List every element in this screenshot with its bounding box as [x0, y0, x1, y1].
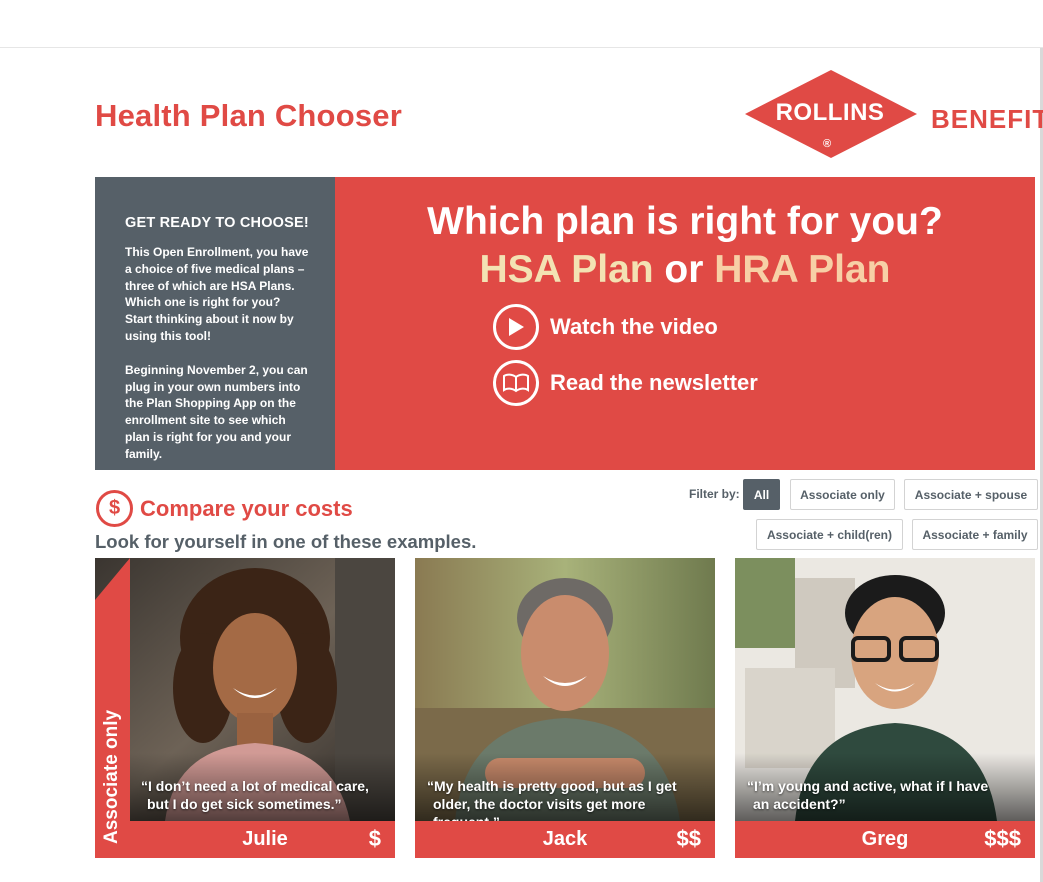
read-newsletter-label[interactable]: Read the newsletter	[550, 370, 758, 396]
browser-top-bar	[0, 0, 1043, 48]
filter-associate-family-button[interactable]: Associate + family	[912, 519, 1038, 550]
watch-video-label[interactable]: Watch the video	[550, 314, 718, 340]
panel-paragraph-2: Beginning November 2, you can plug in yo…	[125, 362, 308, 461]
panel-heading: GET READY TO CHOOSE!	[125, 215, 309, 231]
page-title: Health Plan Chooser	[95, 98, 402, 133]
hero-plans: HSA Plan or HRA Plan	[335, 248, 1035, 292]
julie-cost-level: $	[368, 826, 381, 851]
compare-title: Compare your costs	[140, 496, 353, 521]
greg-cost-level: $$$	[984, 826, 1021, 851]
julie-quote: “I don’t need a lot of medical care, but…	[141, 778, 369, 812]
dollar-icon: $	[96, 490, 133, 527]
rollins-benefits-logo: ROLLINS ® BENEFITS	[743, 68, 1043, 160]
persona-card-julie[interactable]: “I don’t need a lot of medical care, but…	[95, 558, 395, 858]
read-newsletter-link[interactable]: Read the newsletter	[493, 360, 758, 406]
book-icon[interactable]	[493, 360, 539, 406]
filter-associate-children-button[interactable]: Associate + child(ren)	[756, 519, 903, 550]
hero-question: Which plan is right for you?	[427, 200, 943, 243]
jack-cost-level: $$	[676, 826, 701, 851]
logo-registered-mark: ®	[823, 138, 832, 150]
persona-card-jack[interactable]: “My health is pretty good, but as I get …	[415, 558, 715, 858]
hero-banner: Which plan is right for you? HSA Plan or…	[335, 177, 1035, 470]
hsa-plan-label: HSA Plan	[479, 248, 654, 291]
plan-connector: or	[653, 248, 715, 291]
watch-video-link[interactable]: Watch the video	[493, 304, 718, 350]
play-icon[interactable]	[493, 304, 539, 350]
ribbon-label: Associate only	[101, 709, 122, 844]
panel-paragraph-1: This Open Enrollment, you have a choice …	[125, 245, 309, 343]
get-ready-panel: GET READY TO CHOOSE! This Open Enrollmen…	[95, 177, 335, 470]
greg-quote: “I’m young and active, what if I have an…	[747, 778, 989, 812]
compare-subtitle: Look for yourself in one of these exampl…	[95, 531, 477, 552]
jack-name: Jack	[542, 828, 588, 850]
hra-plan-label: HRA Plan	[714, 248, 891, 291]
filter-all-button[interactable]: All	[743, 479, 780, 510]
logo-benefits-text: BENEFITS	[931, 104, 1043, 134]
greg-name: Greg	[861, 828, 909, 850]
filter-label: Filter by:	[689, 487, 740, 501]
filter-associate-spouse-button[interactable]: Associate + spouse	[904, 479, 1038, 510]
logo-wordmark: ROLLINS	[775, 99, 885, 126]
julie-name: Julie	[242, 828, 288, 850]
filter-associate-only-button[interactable]: Associate only	[790, 479, 895, 510]
persona-card-greg[interactable]: “I’m young and active, what if I have an…	[735, 558, 1035, 858]
